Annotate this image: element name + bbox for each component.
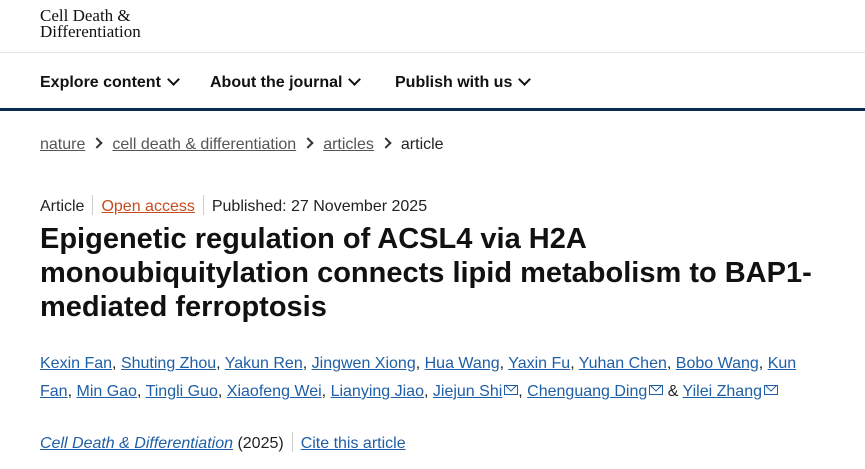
journal-logo[interactable]: Cell Death & Differentiation xyxy=(40,7,141,41)
author-separator: , xyxy=(499,355,505,372)
citation-year: (2025) xyxy=(237,435,284,452)
author-link[interactable]: Yilei Zhang xyxy=(683,383,762,400)
author-link[interactable]: Jingwen Xiong xyxy=(312,355,416,372)
breadcrumb-articles[interactable]: articles xyxy=(323,136,374,153)
divider xyxy=(202,195,204,215)
chevron-down-icon xyxy=(348,73,362,86)
author-separator: , xyxy=(423,383,429,400)
author-separator: , xyxy=(758,355,764,372)
email-icon[interactable] xyxy=(764,385,778,395)
chevron-down-icon xyxy=(518,73,532,86)
logo-line-2: Differentiation xyxy=(40,22,141,41)
divider xyxy=(92,195,94,215)
breadcrumb-journal[interactable]: cell death & differentiation xyxy=(112,136,296,153)
nav-label: Publish with us xyxy=(395,74,513,91)
journal-link[interactable]: Cell Death & Differentiation xyxy=(40,435,233,452)
breadcrumb: nature cell death & differentiation articl… xyxy=(40,136,444,154)
author-separator: , xyxy=(321,383,327,400)
author-separator: , xyxy=(302,355,308,372)
site-header: Cell Death & Differentiation xyxy=(0,0,865,53)
chevron-right-icon xyxy=(302,137,314,149)
author-link[interactable]: Jiejun Shi xyxy=(433,383,502,400)
open-access-link[interactable]: Open access xyxy=(101,198,194,215)
author-separator: , xyxy=(518,383,523,400)
divider xyxy=(291,432,293,452)
breadcrumb-current: article xyxy=(400,136,444,153)
author-link[interactable]: Yuhan Chen xyxy=(579,355,667,372)
email-icon[interactable] xyxy=(504,385,519,395)
author-link[interactable]: Chenguang Ding xyxy=(527,383,647,400)
author-link[interactable]: Min Gao xyxy=(76,383,136,400)
author-separator: , xyxy=(415,355,421,372)
author-separator: , xyxy=(112,355,117,372)
nav-explore-content[interactable]: Explore content xyxy=(40,73,180,92)
article-title: Epigenetic regulation of ACSL4 via H2A m… xyxy=(40,223,812,323)
author-and: & xyxy=(667,383,679,400)
author-link[interactable]: Yaxin Fu xyxy=(508,355,570,372)
author-separator: , xyxy=(570,355,575,372)
author-separator: , xyxy=(666,355,672,372)
author-link[interactable]: Bobo Wang xyxy=(676,355,759,372)
author-link[interactable]: Lianying Jiao xyxy=(331,383,424,400)
author-link[interactable]: Hua Wang xyxy=(425,355,500,372)
published-date: Published: 27 November 2025 xyxy=(211,198,428,215)
article-type: Article xyxy=(40,198,85,215)
main-nav: Explore content About the journal Publis… xyxy=(0,53,865,111)
author-link[interactable]: Tingli Guo xyxy=(146,383,218,400)
chevron-down-icon xyxy=(167,73,180,86)
nav-label: Explore content xyxy=(40,74,161,91)
nav-about-journal[interactable]: About the journal xyxy=(210,73,362,92)
nav-label: About the journal xyxy=(210,74,343,91)
author-link[interactable]: Xiaofeng Wei xyxy=(227,383,322,400)
author-separator: , xyxy=(67,383,73,400)
email-icon[interactable] xyxy=(649,385,664,395)
breadcrumb-nature[interactable]: nature xyxy=(40,136,85,153)
chevron-right-icon xyxy=(380,137,392,149)
article-meta: Article Open access Published: 27 November… xyxy=(40,195,427,216)
author-separator: , xyxy=(216,355,221,372)
author-link[interactable]: Yakun Ren xyxy=(225,355,303,372)
author-link[interactable]: Shuting Zhou xyxy=(121,355,216,372)
citation-line: Cell Death & Differentiation (2025) Cite … xyxy=(40,432,406,453)
cite-article-link[interactable]: Cite this article xyxy=(301,435,406,452)
nav-publish[interactable]: Publish with us xyxy=(395,73,532,92)
chevron-right-icon xyxy=(91,137,104,149)
author-separator: , xyxy=(217,383,223,400)
author-separator: , xyxy=(136,383,142,400)
author-link[interactable]: Kexin Fan xyxy=(40,355,112,372)
author-list: Kexin Fan, Shuting Zhou, Yakun Ren, Jing… xyxy=(40,350,830,406)
